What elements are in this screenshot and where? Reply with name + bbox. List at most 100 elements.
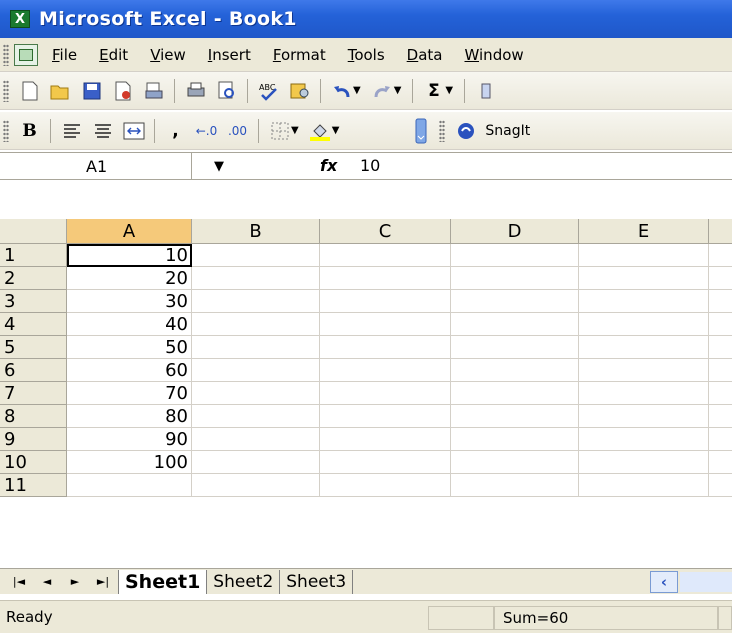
spelling-icon[interactable]: ABC [255,77,282,104]
column-header-c[interactable]: C [320,219,451,244]
decrease-decimal-icon[interactable]: .00 [224,117,251,144]
grid-cell[interactable] [579,267,709,290]
sheet-tab-2[interactable]: Sheet2 [206,569,279,594]
row-header[interactable]: 2 [0,267,67,290]
select-all-corner[interactable] [0,219,67,244]
grid-cell[interactable] [320,290,451,313]
grid-cell[interactable] [192,313,320,336]
comma-style-button[interactable]: , [162,117,189,144]
grid-cell[interactable] [579,474,709,497]
redo-icon[interactable] [369,77,396,104]
grid-cell[interactable] [192,244,320,267]
menu-window[interactable]: Window [465,46,524,64]
grid-cell[interactable]: 10 [67,244,192,267]
toolbar-grip-icon[interactable] [439,119,446,142]
grid-cell[interactable] [320,382,451,405]
research-icon[interactable] [286,77,313,104]
grid-cell[interactable] [192,359,320,382]
grid-cell[interactable] [320,267,451,290]
grid-cell[interactable]: 60 [67,359,192,382]
grid-cell[interactable] [451,290,579,313]
menu-tools[interactable]: Tools [348,46,385,64]
horizontal-scrollbar[interactable] [680,572,732,592]
undo-dropdown-icon[interactable]: ▼ [353,85,361,96]
grid-cell[interactable] [192,405,320,428]
workbook-icon[interactable] [14,43,38,66]
scroll-left-icon[interactable]: ‹ [650,571,678,593]
grid-cell[interactable] [451,359,579,382]
row-header[interactable]: 8 [0,405,67,428]
menu-edit[interactable]: Edit [99,46,128,64]
grid-cell[interactable] [579,313,709,336]
column-header-d[interactable]: D [451,219,579,244]
last-sheet-icon[interactable]: ►| [94,575,112,588]
row-header[interactable]: 7 [0,382,67,405]
row-header[interactable]: 5 [0,336,67,359]
align-center-icon[interactable] [89,117,116,144]
menu-format[interactable]: Format [273,46,326,64]
prev-sheet-icon[interactable]: ◄ [38,575,56,588]
toolbar-grip-icon[interactable] [3,79,9,102]
grid-cell[interactable] [579,428,709,451]
autosum-dropdown-icon[interactable]: ▼ [445,85,453,96]
merge-center-icon[interactable] [120,117,147,144]
fill-color-icon[interactable] [307,117,334,144]
grid-cell[interactable] [579,290,709,313]
grid-cell[interactable] [579,359,709,382]
increase-decimal-icon[interactable]: ←.0 [193,117,220,144]
fill-color-dropdown-icon[interactable]: ▼ [332,125,340,136]
menu-data[interactable]: Data [407,46,443,64]
grid-cell[interactable] [320,474,451,497]
grid-cell[interactable] [192,267,320,290]
grid-cell[interactable] [451,428,579,451]
grid-cell[interactable] [709,313,732,336]
grid-cell[interactable] [579,382,709,405]
grid-cell[interactable] [709,267,732,290]
column-header-f-partial[interactable] [709,219,732,244]
grid-cell[interactable] [451,244,579,267]
name-box-dropdown-icon[interactable]: ▼ [214,159,224,174]
grid-cell[interactable] [579,336,709,359]
grid-cell[interactable] [451,313,579,336]
grid-cell[interactable]: 70 [67,382,192,405]
toolbar-grip-icon[interactable] [3,119,9,142]
grid-cell[interactable] [709,405,732,428]
align-left-icon[interactable] [58,117,85,144]
excel-app-icon[interactable]: X [10,10,30,28]
grid-cell[interactable] [320,451,451,474]
print-preview-icon[interactable] [140,77,167,104]
grid-cell[interactable] [451,382,579,405]
next-sheet-icon[interactable]: ► [66,575,84,588]
toolbar-options-icon[interactable] [407,117,434,144]
redo-dropdown-icon[interactable]: ▼ [394,85,402,96]
name-box[interactable]: A1 [0,153,192,179]
menu-file[interactable]: File [52,46,77,64]
row-header[interactable]: 10 [0,451,67,474]
row-header[interactable]: 11 [0,474,67,497]
grid-cell[interactable] [451,474,579,497]
grid-cell[interactable]: 90 [67,428,192,451]
grid-cell[interactable] [192,290,320,313]
grid-cell[interactable]: 20 [67,267,192,290]
grid-cell[interactable] [451,405,579,428]
row-header[interactable]: 4 [0,313,67,336]
grid-cell[interactable] [192,451,320,474]
grid-cell[interactable] [192,382,320,405]
open-icon[interactable] [47,77,74,104]
sheet-tab-1[interactable]: Sheet1 [118,569,207,594]
undo-icon[interactable] [328,77,355,104]
borders-dropdown-icon[interactable]: ▼ [291,125,299,136]
grid-cell[interactable] [320,428,451,451]
grid-cell[interactable] [709,428,732,451]
borders-icon[interactable] [266,117,293,144]
grid-cell[interactable]: 100 [67,451,192,474]
grid-cell[interactable] [579,244,709,267]
grid-cell[interactable] [451,336,579,359]
print-preview-icon-2[interactable] [213,77,240,104]
grid-cell[interactable]: 40 [67,313,192,336]
first-sheet-icon[interactable]: |◄ [10,575,28,588]
grid-cell[interactable] [192,428,320,451]
grid-cell[interactable] [451,267,579,290]
grid-cell[interactable] [320,405,451,428]
row-header[interactable]: 1 [0,244,67,267]
